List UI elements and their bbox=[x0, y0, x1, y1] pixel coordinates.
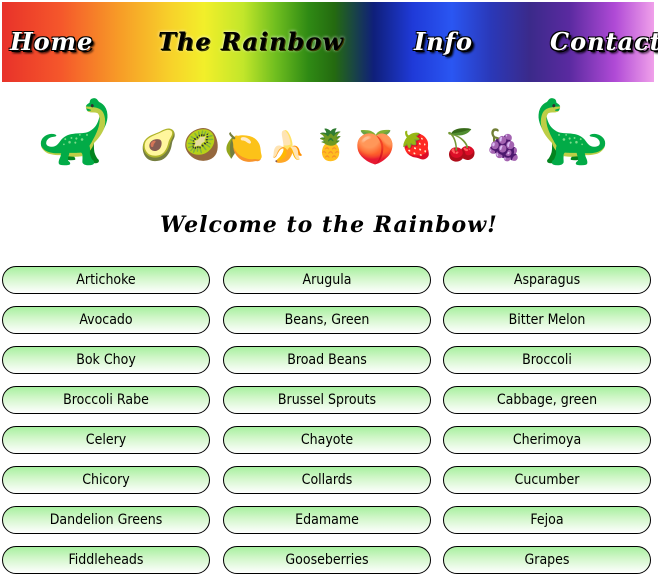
nav-contact-link[interactable]: Contact bbox=[550, 22, 658, 62]
cherries-icon: 🍒 bbox=[443, 128, 481, 163]
strawberry-icon: 🍓 bbox=[400, 131, 433, 161]
dinosaur-left-icon: 🦕 bbox=[36, 95, 114, 168]
grapes-icon: 🍇 bbox=[485, 128, 523, 163]
produce-button[interactable]: Cucumber bbox=[443, 466, 651, 494]
fruit-banner: 🦕 🥑 🥝 🍋 🍌 🍍 🍑 🍓 🍒 🍇 🦕 bbox=[0, 95, 658, 195]
produce-button[interactable]: Fiddleheads bbox=[2, 546, 210, 574]
lemon-icon: 🍋 bbox=[224, 128, 264, 166]
avocado-icon: 🥑 bbox=[140, 128, 178, 163]
dinosaur-right-icon: 🦕 bbox=[533, 95, 611, 168]
rainbow-navbar: Home The Rainbow Info Contact bbox=[2, 2, 658, 82]
produce-button[interactable]: Fejoa bbox=[443, 506, 651, 534]
pineapple-icon: 🍍 bbox=[312, 128, 350, 163]
produce-button[interactable]: Beans, Green bbox=[223, 306, 431, 334]
produce-button[interactable]: Broccoli bbox=[443, 346, 651, 374]
produce-button[interactable]: Bok Choy bbox=[2, 346, 210, 374]
produce-button[interactable]: Arugula bbox=[223, 266, 431, 294]
produce-button[interactable]: Dandelion Greens bbox=[2, 506, 210, 534]
nav-info-link[interactable]: Info bbox=[414, 22, 473, 62]
produce-button[interactable]: Edamame bbox=[223, 506, 431, 534]
produce-button[interactable]: Chicory bbox=[2, 466, 210, 494]
produce-button[interactable]: Gooseberries bbox=[223, 546, 431, 574]
page-heading: Welcome to the Rainbow! bbox=[160, 212, 498, 238]
produce-button[interactable]: Asparagus bbox=[443, 266, 651, 294]
produce-button[interactable]: Bitter Melon bbox=[443, 306, 651, 334]
produce-button[interactable]: Grapes bbox=[443, 546, 651, 574]
peach-icon: 🍑 bbox=[355, 128, 395, 166]
kiwi-icon: 🥝 bbox=[183, 128, 221, 163]
produce-button[interactable]: Avocado bbox=[2, 306, 210, 334]
nav-home-link[interactable]: Home bbox=[10, 22, 93, 62]
produce-button[interactable]: Celery bbox=[2, 426, 210, 454]
produce-button[interactable]: Chayote bbox=[223, 426, 431, 454]
produce-button[interactable]: Collards bbox=[223, 466, 431, 494]
produce-button[interactable]: Artichoke bbox=[2, 266, 210, 294]
banana-icon: 🍌 bbox=[268, 130, 306, 165]
produce-button[interactable]: Broad Beans bbox=[223, 346, 431, 374]
produce-button[interactable]: Cabbage, green bbox=[443, 386, 651, 414]
nav-title-link[interactable]: The Rainbow bbox=[158, 22, 344, 62]
produce-button[interactable]: Broccoli Rabe bbox=[2, 386, 210, 414]
produce-button[interactable]: Cherimoya bbox=[443, 426, 651, 454]
produce-button[interactable]: Brussel Sprouts bbox=[223, 386, 431, 414]
